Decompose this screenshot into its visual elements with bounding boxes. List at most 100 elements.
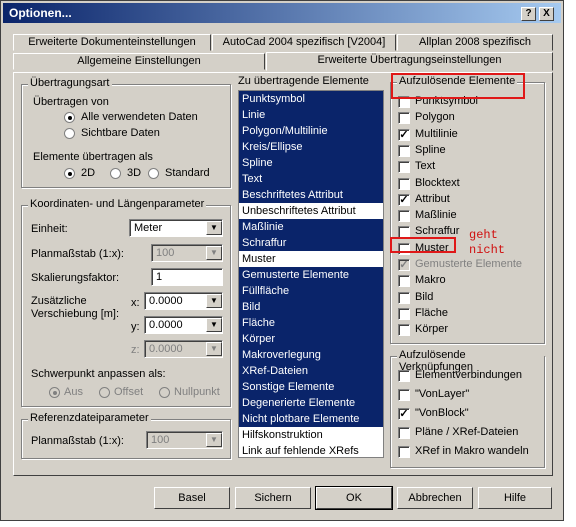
resolve-checkbox-label: Text [415,160,436,173]
list-item[interactable]: Unbeschriftetes Attribut [239,203,383,219]
list-item[interactable]: Sonstige Elemente [239,379,383,395]
transfer-from-label: Übertragen von [33,96,109,108]
title-bar[interactable]: Optionen... ? X [3,3,561,23]
resolve-checkbox[interactable]: ✓ [398,128,410,141]
resolve-checkbox[interactable]: ✓ [398,259,410,271]
radio-center-off[interactable] [49,387,60,398]
annotation-text-line1: geht [469,228,498,242]
resolve-checkbox[interactable] [398,112,410,125]
list-item[interactable]: Linie [239,107,383,123]
chevron-down-icon[interactable]: ▼ [206,342,222,356]
factor-label: Skalierungsfaktor: [31,272,120,284]
tab-allplan-2008[interactable]: Allplan 2008 spezifisch [397,34,553,51]
resolve-checkbox-label: Spline [415,143,446,156]
radio-center-zero-label: Nullpunkt [174,386,220,398]
links-checkbox[interactable] [398,370,410,382]
cancel-button[interactable]: Abbrechen [397,487,473,509]
resolve-checkbox[interactable] [398,144,410,157]
list-item[interactable]: Text [239,171,383,187]
list-item[interactable]: Spline [239,155,383,171]
radio-standard-label: Standard [165,167,210,179]
list-item[interactable]: Fläche [239,315,383,331]
transfer-group-title: Übertragungsart [28,77,112,89]
resolve-checkbox[interactable] [398,291,410,304]
save-button[interactable]: Sichern [235,487,311,509]
list-item[interactable]: Beschriftetes Attribut [239,187,383,203]
chevron-down-icon[interactable]: ▼ [206,221,222,235]
chevron-down-icon[interactable]: ▼ [206,294,222,308]
shift-label-line2: Verschiebung [m]: [31,308,120,320]
list-item[interactable]: Kreis/Ellipse [239,139,383,155]
list-item[interactable]: Polygon/Multilinie [239,123,383,139]
links-checkbox-label: XRef in Makro wandeln [415,445,529,457]
tab-allgemeine-einstellungen[interactable]: Allgemeine Einstellungen [13,53,265,70]
resolve-checkbox-label: Maßlinie [415,209,457,222]
resolve-checkbox[interactable] [398,177,410,190]
links-checkbox[interactable] [398,389,410,401]
list-item[interactable]: Hilfskonstruktion [239,427,383,443]
refparams-group-title: Referenzdateiparameter [28,412,151,424]
resolve-checkbox[interactable] [398,275,410,288]
list-item[interactable]: XRef-Dateien [239,363,383,379]
links-checkbox-label: Elementverbindungen [415,369,523,381]
links-checkbox[interactable]: ✓ [398,408,410,420]
help-icon[interactable]: ? [521,7,536,21]
resolve-checkbox-label: Schraffur [415,225,460,238]
help-button[interactable]: Hilfe [478,487,552,509]
list-item[interactable]: Makroverlegung [239,347,383,363]
list-item[interactable]: Muster [239,251,383,267]
list-item[interactable]: Bild [239,299,383,315]
radio-3d[interactable] [110,168,121,179]
tab-erweiterte-dokumenteinstellungen[interactable]: Erweiterte Dokumenteinstellungen [13,34,211,51]
annotation-box-title [391,73,525,99]
options-dialog: Optionen... ? X Erweiterte Dokumenteinst… [0,0,564,521]
annotation-box-muster [390,237,456,253]
resolve-checkbox[interactable] [398,161,410,174]
resolve-checkbox-label: Makro [415,274,446,287]
radio-standard[interactable] [148,168,159,179]
window-title: Optionen... [9,6,72,20]
links-checkbox-label: "VonLayer" [415,388,470,400]
list-item[interactable]: Füllfläche [239,283,383,299]
elements-list-title: Zu übertragende Elemente [238,75,369,87]
resolve-checkbox[interactable] [398,210,410,223]
chevron-down-icon[interactable]: ▼ [206,318,222,332]
list-item[interactable]: Gemusterte Elemente [239,267,383,283]
resolve-checkbox-label: Bild [415,290,434,303]
shift-label-line1: Zusätzliche [31,295,87,307]
radio-center-zero[interactable] [159,387,170,398]
list-item[interactable]: Schraffur [239,235,383,251]
resolve-checkbox[interactable] [398,307,410,320]
radio-center-offset[interactable] [99,387,110,398]
factor-input[interactable]: 1 [151,268,223,286]
annotation-text-line2: nicht [469,243,506,257]
links-checkbox[interactable] [398,427,410,439]
list-item[interactable]: Körper [239,331,383,347]
list-item[interactable]: Nicht plotbare Elemente [239,411,383,427]
chevron-down-icon[interactable]: ▼ [206,246,222,260]
tab-erweiterte-uebertragungseinstellungen[interactable]: Erweiterte Übertragungseinstellungen [266,52,553,71]
list-item[interactable]: Degenerierte Elemente [239,395,383,411]
links-checkbox[interactable] [398,446,410,458]
close-icon[interactable]: X [539,7,554,21]
radio-center-offset-label: Offset [114,386,144,398]
radio-visible-data[interactable] [64,128,75,139]
resolve-checkbox-label: Körper [415,323,449,336]
reset-button[interactable]: Basel [154,487,230,509]
ok-button[interactable]: OK [315,486,393,510]
unit-label: Einheit: [31,223,68,235]
resolve-group [390,82,545,344]
resolve-checkbox-label: Blocktext [415,176,460,189]
ref-scale-label: Planmaßstab (1:x): [31,435,124,447]
radio-all-data[interactable] [64,112,75,123]
resolve-checkbox[interactable]: ✓ [398,193,410,206]
links-checkbox-label: "VonBlock" [415,407,469,419]
tab-autocad-2004[interactable]: AutoCad 2004 spezifisch [V2004] [212,34,396,51]
list-item[interactable]: Link auf fehlende XRefs [239,443,383,457]
list-item[interactable]: Punktsymbol [239,91,383,107]
radio-2d[interactable] [64,168,75,179]
elements-list[interactable]: Punktsymbol Linie Polygon/Multilinie Kreis/… [238,90,384,458]
chevron-down-icon[interactable]: ▼ [206,433,222,447]
list-item[interactable]: Maßlinie [239,219,383,235]
resolve-checkbox[interactable] [398,324,410,337]
